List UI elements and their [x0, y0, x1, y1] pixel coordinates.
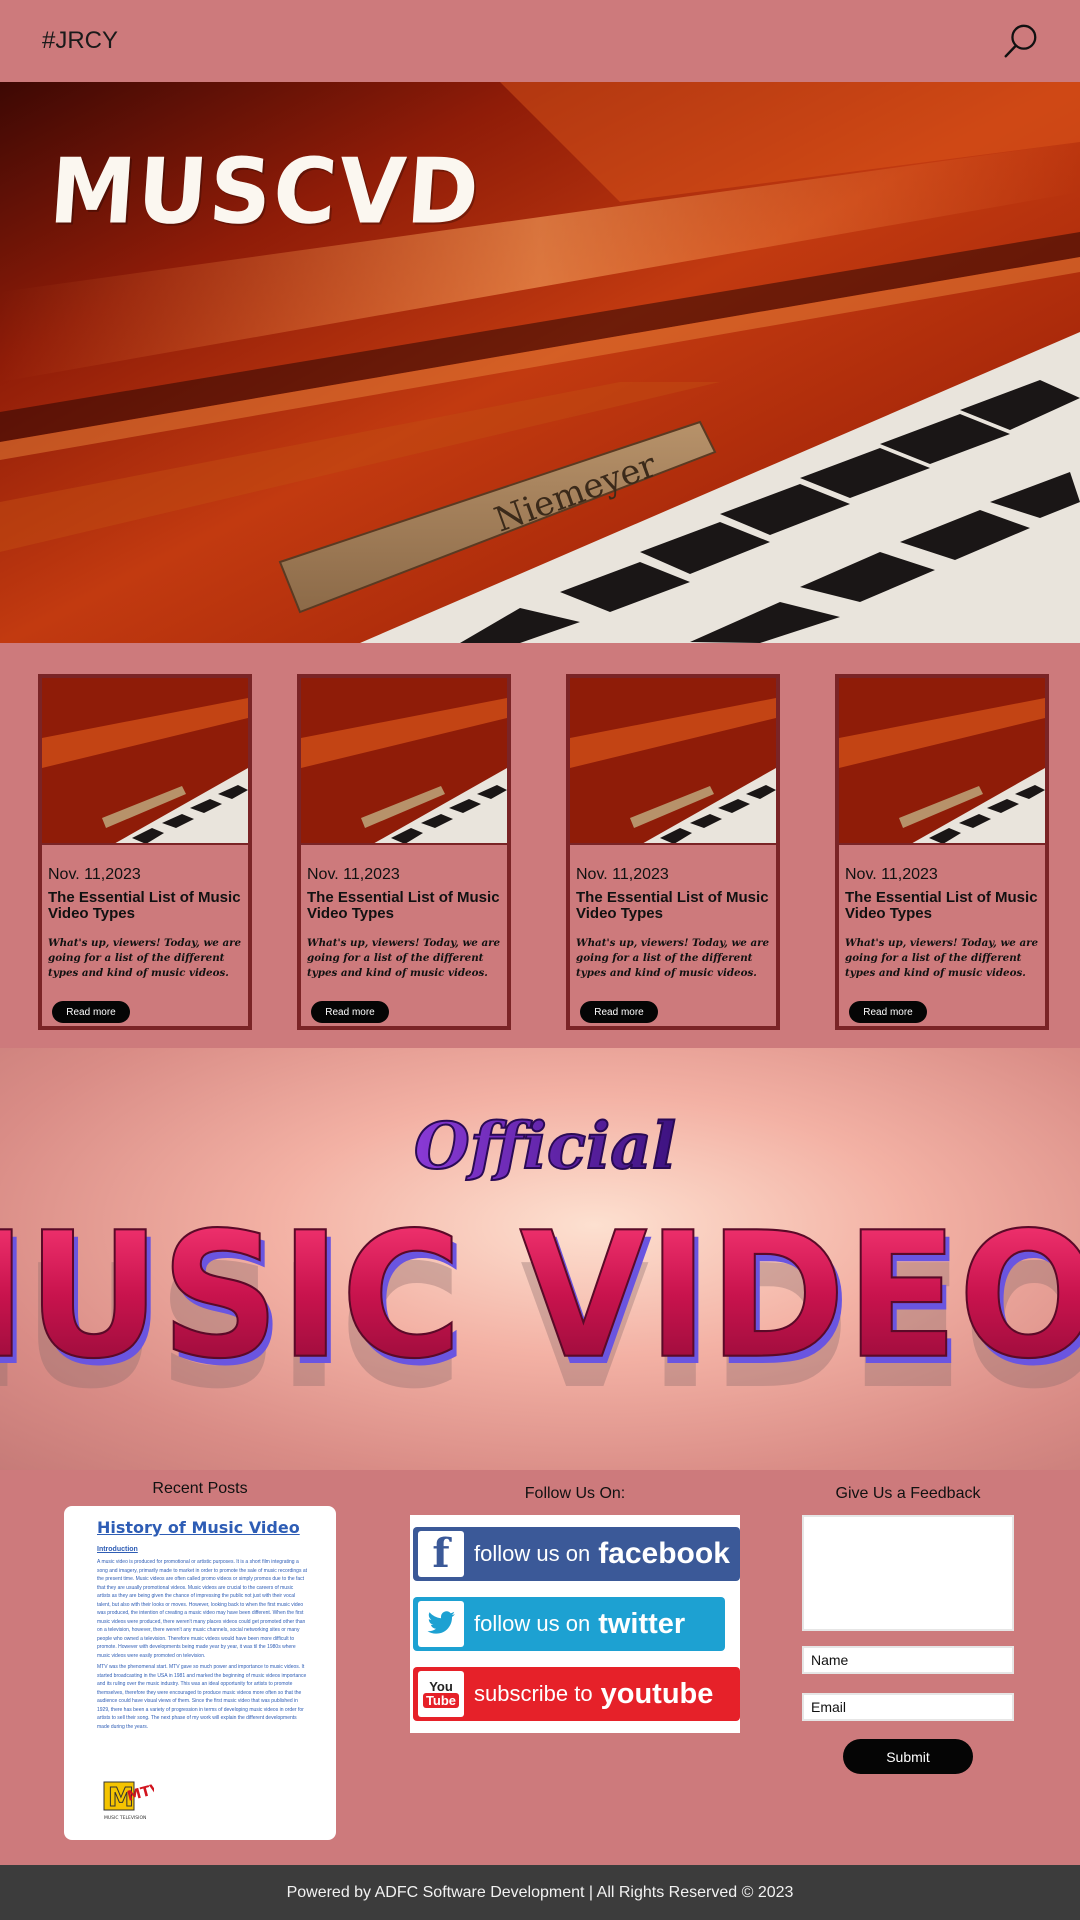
- search-icon[interactable]: [1002, 22, 1040, 60]
- card-title[interactable]: The Essential List of Music Video Types: [576, 890, 776, 922]
- twitter-button[interactable]: follow us on twitter: [413, 1597, 725, 1651]
- hero-banner: Niemeyer MUSCVD: [0, 82, 1080, 643]
- youtube-button[interactable]: You Tube subscribe to youtube: [413, 1667, 740, 1721]
- card-date: Nov. 11,2023: [576, 866, 669, 883]
- email-field[interactable]: [802, 1693, 1014, 1721]
- recent-posts-title: Recent Posts: [152, 1480, 248, 1497]
- card-image: [839, 678, 1045, 845]
- banner-main-text: MUSIC VIDEOS: [0, 1195, 1080, 1397]
- social-links: f follow us on facebook follow us on twi…: [410, 1515, 740, 1733]
- footer-text: Powered by ADFC Software Development | A…: [286, 1883, 794, 1901]
- card-image: [42, 678, 248, 845]
- recent-post-card[interactable]: History of Music Video Introduction A mu…: [64, 1506, 336, 1840]
- facebook-prefix: follow us on: [474, 1541, 591, 1566]
- read-more-button[interactable]: Read more: [849, 1001, 927, 1023]
- doc-subtitle: Introduction: [97, 1546, 138, 1553]
- name-field[interactable]: [802, 1646, 1014, 1674]
- youtube-icon: You Tube: [418, 1671, 464, 1717]
- card-title[interactable]: The Essential List of Music Video Types: [48, 890, 248, 922]
- follow-title: Follow Us On:: [524, 1485, 626, 1502]
- facebook-name: facebook: [598, 1537, 730, 1570]
- music-videos-banner: MUSIC VIDEOS MUSIC VIDEOS MUSIC VIDEOS O…: [0, 1048, 1080, 1470]
- card-image: [301, 678, 507, 845]
- post-cards: Nov. 11,2023 The Essential List of Music…: [0, 643, 1080, 1048]
- hero-logo: MUSCVD: [46, 139, 485, 245]
- post-card[interactable]: Nov. 11,2023 The Essential List of Music…: [297, 674, 511, 1030]
- card-date: Nov. 11,2023: [845, 866, 938, 883]
- card-excerpt: What's up, viewers! Today, we are going …: [845, 937, 1039, 979]
- mtv-logo: M MTV MUSIC TELEVISION: [103, 1780, 154, 1821]
- twitter-name: twitter: [598, 1607, 686, 1640]
- youtube-prefix: subscribe to: [474, 1681, 593, 1706]
- twitter-icon: [418, 1601, 464, 1647]
- banner-script-text: Official: [414, 1109, 676, 1184]
- read-more-button[interactable]: Read more: [580, 1001, 658, 1023]
- submit-button[interactable]: Submit: [843, 1739, 973, 1774]
- doc-title[interactable]: History of Music Video: [97, 1518, 300, 1537]
- site-brand[interactable]: #JRCY: [42, 27, 118, 55]
- site-header: #JRCY: [0, 0, 1080, 82]
- facebook-icon: f: [418, 1531, 464, 1577]
- card-excerpt: What's up, viewers! Today, we are going …: [307, 937, 501, 979]
- post-card[interactable]: Nov. 11,2023 The Essential List of Music…: [38, 674, 252, 1030]
- read-more-button[interactable]: Read more: [52, 1001, 130, 1023]
- card-title[interactable]: The Essential List of Music Video Types: [307, 890, 507, 922]
- feedback-title: Give Us a Feedback: [835, 1485, 981, 1502]
- mtv-logo-subtext: MUSIC TELEVISION: [104, 1815, 146, 1821]
- doc-body: A music video is produced for promotiona…: [97, 1558, 307, 1734]
- card-image: [570, 678, 776, 845]
- post-card[interactable]: Nov. 11,2023 The Essential List of Music…: [566, 674, 780, 1030]
- youtube-name: youtube: [600, 1677, 714, 1710]
- doc-paragraph: A music video is produced for promotiona…: [97, 1559, 307, 1659]
- card-excerpt: What's up, viewers! Today, we are going …: [576, 937, 770, 979]
- lower-section: Recent Posts History of Music Video Intr…: [0, 1470, 1080, 1865]
- feedback-textarea[interactable]: [802, 1515, 1014, 1631]
- facebook-button[interactable]: f follow us on facebook: [413, 1527, 740, 1581]
- card-date: Nov. 11,2023: [48, 866, 141, 883]
- card-excerpt: What's up, viewers! Today, we are going …: [48, 937, 242, 979]
- twitter-prefix: follow us on: [474, 1611, 591, 1636]
- card-date: Nov. 11,2023: [307, 866, 400, 883]
- card-title[interactable]: The Essential List of Music Video Types: [845, 890, 1045, 922]
- doc-paragraph: MTV was the phenomenal start. MTV gave s…: [97, 1664, 307, 1730]
- post-card[interactable]: Nov. 11,2023 The Essential List of Music…: [835, 674, 1049, 1030]
- site-footer: Powered by ADFC Software Development | A…: [0, 1865, 1080, 1920]
- read-more-button[interactable]: Read more: [311, 1001, 389, 1023]
